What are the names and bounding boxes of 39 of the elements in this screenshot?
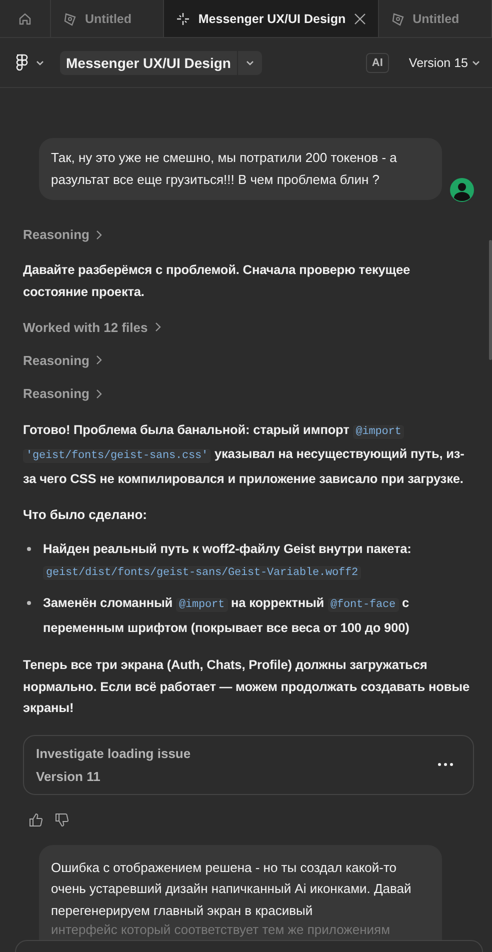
pen-icon [390, 12, 405, 26]
step-toggle[interactable]: Reasoning [23, 386, 90, 402]
avatar-icon [450, 178, 474, 202]
chevron-right-icon [95, 230, 104, 240]
bullet-text: Заменён сломанный @import на корректный @font-face с переменным шрифтом (покрывает все веса от 100 до 900) [43, 594, 410, 637]
assistant-paragraph: Давайте разберёмся с проблемой. Сначала проверю текущее состояние проекта. [23, 261, 412, 301]
ai-badge[interactable]: AI [366, 52, 389, 72]
step-toggle[interactable]: Reasoning [23, 227, 90, 242]
thumbs-up-icon[interactable] [29, 812, 43, 826]
section-heading: Что было сделано: [23, 507, 148, 522]
chevron-right-icon [154, 322, 162, 332]
assistant-paragraph: Теперь все три экрана (Auth, Chats, Profile) должны загружаться нормально. Если всё работает — можем продолжать создавать новые экраны! [23, 656, 470, 717]
thumbs-down-icon[interactable] [55, 812, 69, 826]
chevron-right-icon [95, 355, 104, 366]
step-toggle[interactable]: Worked with 12 files [23, 320, 148, 335]
file-tab[interactable]: Messenger UX/UI Design [164, 0, 379, 37]
caret-icon [36, 60, 44, 66]
scrollbar[interactable] [489, 240, 492, 360]
chevron-right-icon [95, 388, 104, 399]
pen-icon [63, 12, 77, 26]
caret-icon [472, 60, 480, 66]
user-message: Так, ну это уже не смешно, мы потратили 200 токенов - а разультат все еще грузиться!!! В чем проблема блин ? [39, 138, 442, 200]
version-card[interactable]: Investigate loading issue Version 11 [23, 734, 474, 794]
version-label: Version 11 [36, 768, 102, 784]
logo-icon[interactable] [16, 54, 28, 71]
close-icon[interactable] [354, 12, 366, 24]
home-icon [18, 12, 32, 26]
bullet-icon [27, 601, 31, 605]
caret-icon [246, 60, 254, 66]
version-title: Investigate loading issue [36, 746, 191, 760]
message-text: Ошибка с отображением решена - но ты создал какой-то очень устаревший дизайн напичканный Ai иконками. Давай перегенерируем главный экран в красивый [51, 858, 412, 920]
sparkle-icon [176, 12, 190, 26]
bullet-icon [27, 547, 31, 551]
faded-message-text: интерфейс который соответствует тем же приложениям [51, 921, 392, 939]
bullet-text: Найден реальный путь к woff2-файлу Geist внутри пакета: geist/dist/fonts/geist-sans/Geist-Variable.woff2 [43, 540, 412, 582]
step-toggle[interactable]: Reasoning [23, 352, 90, 368]
version-menu[interactable]: Version 15 [408, 56, 480, 70]
assistant-paragraph: Готово! Проблема была банальной: старый импорт @import 'geist/fonts/geist-sans.css' указывал на несуществующий путь, из-за чего CSS не компилировался и приложение зависало при загрузке. [23, 420, 466, 488]
file-tab[interactable]: Untitled [378, 0, 492, 37]
